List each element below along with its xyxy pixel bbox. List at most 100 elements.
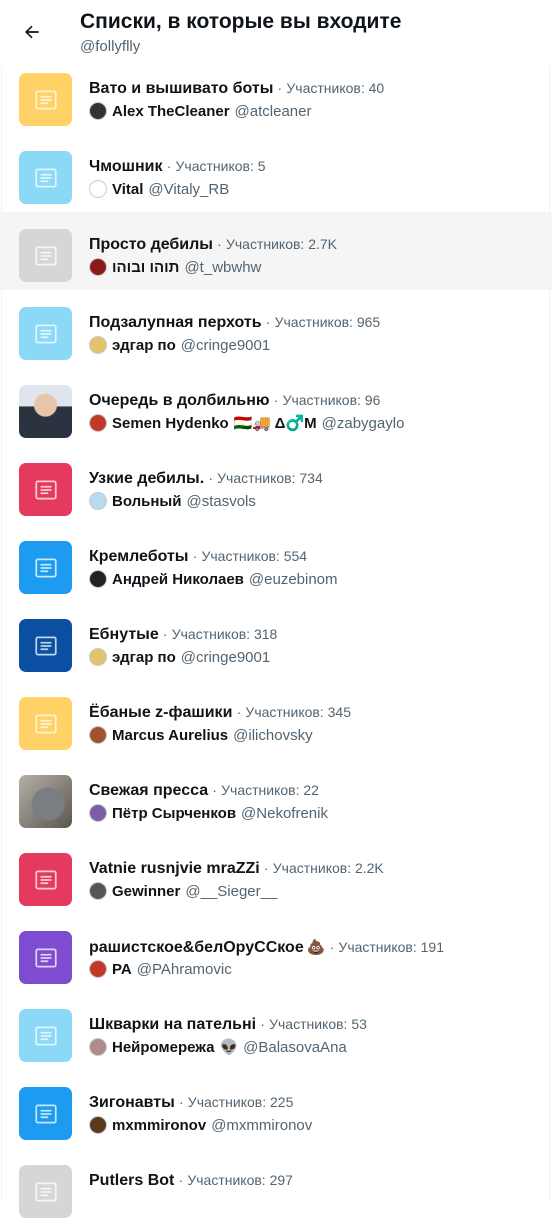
arrow-left-icon: [25, 25, 39, 39]
owner-name: mxmmironov: [112, 1116, 207, 1134]
list-owner-line: PA @PAhramovic: [89, 960, 232, 978]
separator-dot: ·: [217, 236, 222, 252]
member-count: Участников: 5: [175, 158, 266, 174]
avatar: [89, 1038, 107, 1056]
owner-handle: @atcleaner: [234, 102, 312, 120]
separator-dot: ·: [166, 158, 172, 174]
list-name: Очередь в долбильню: [89, 392, 270, 409]
owner-name-emoji: 👽: [219, 1039, 239, 1056]
avatar: [89, 1116, 107, 1134]
list-item[interactable]: Vatnie rusnjvie mraZZi · Участников: 2.2…: [0, 836, 552, 914]
list-item[interactable]: Чмошник · Участников: 5 Vital @Vitaly_RB: [0, 134, 552, 212]
list-name-emoji: 💩: [306, 939, 326, 956]
list-item[interactable]: Шкварки на пательні · Участников: 53 Нейр…: [0, 992, 552, 1070]
separator-dot: ·: [273, 392, 279, 408]
member-count: Участников: 40: [286, 80, 385, 96]
list-item[interactable]: Просто дебилы · Участников: 2.7K תוהו ובו…: [0, 212, 552, 290]
list-owner-line: תוהו ובוהו @t_wbwhw: [89, 258, 261, 276]
list-item[interactable]: Кремлеботы · Участников: 554 Андрей Никол…: [0, 524, 552, 602]
list-banner: [19, 1165, 72, 1218]
list-name: Ёбаные z-фашики: [89, 704, 233, 721]
separator-dot: ·: [260, 1016, 265, 1032]
list-title-line: Кремлеботы · Участников: 554: [89, 548, 307, 566]
list-owner-line: Вольный @stasvols: [89, 492, 256, 510]
list-name: рашистское&белОруССкое: [89, 939, 304, 956]
member-count: Участников: 965: [274, 314, 381, 330]
list-owner-line: эдгар по @cringe9001: [89, 648, 270, 666]
list-item[interactable]: Ёбаные z-фашики · Участников: 345 Marcus …: [0, 680, 552, 758]
list-document-icon: [34, 1103, 57, 1124]
owner-name: Gewinner: [112, 882, 181, 900]
list-item[interactable]: Зигонавты · Участников: 225 mxmmironov @mx…: [0, 1070, 552, 1148]
list-owner-line: Gewinner @__Sieger__: [89, 882, 277, 900]
owner-handle: @PAhramovic: [136, 960, 232, 978]
list-document-icon: [34, 167, 57, 188]
list-item[interactable]: Узкие дебилы. · Участников: 734 Вольный @s…: [0, 446, 552, 524]
avatar: [89, 570, 107, 588]
owner-name: PA: [112, 960, 132, 978]
owner-handle: @zabygaylo: [321, 414, 405, 432]
avatar: [89, 648, 107, 666]
list-banner: [19, 931, 72, 984]
list-title-line: Зигонавты · Участников: 225: [89, 1094, 293, 1112]
separator-dot: ·: [265, 314, 271, 330]
list-title-line: Ёбаные z-фашики · Участников: 345: [89, 704, 351, 722]
list-name: Ебнутые: [89, 626, 159, 643]
member-count: Участников: 345: [245, 704, 352, 720]
list-owner-line: Пётр Сырченков @Nekofrenik: [89, 804, 328, 822]
list-banner: [19, 463, 72, 516]
list-item[interactable]: Putlers Bot · Участников: 297: [0, 1148, 552, 1226]
list-name: Свежая пресса: [89, 782, 209, 799]
list-title-line: Шкварки на пательні · Участников: 53: [89, 1016, 367, 1034]
owner-handle: @mxmmironov: [211, 1116, 313, 1134]
list-item[interactable]: Подзалупная перхоть · Участников: 965 эдг…: [0, 290, 552, 368]
list-owner-line: Semen Hydenko 🇹🇯🚚 Δ♂️M @zabygaylo: [89, 414, 404, 432]
avatar: [89, 882, 107, 900]
member-count: Участников: 2.2K: [272, 860, 384, 876]
member-count: Участников: 191: [338, 939, 445, 955]
list-title-line: Putlers Bot · Участников: 297: [89, 1172, 293, 1190]
list-item[interactable]: Вато и вышивато боты · Участников: 40 Ale…: [0, 56, 552, 134]
member-count: Участников: 318: [171, 626, 278, 642]
avatar: [89, 726, 107, 744]
list-owner-line: Нейромережа 👽 @BalasovaAna: [89, 1038, 347, 1056]
member-count: Участников: 2.7K: [225, 236, 338, 252]
avatar: [89, 258, 107, 276]
list-title-line: Чмошник · Участников: 5: [89, 158, 266, 176]
owner-handle: @euzebinom: [248, 570, 338, 588]
avatar: [89, 960, 107, 978]
list-title-line: Вато и вышивато боты · Участников: 40: [89, 80, 384, 98]
list-item[interactable]: Ебнутые · Участников: 318 эдгар по @cringe…: [0, 602, 552, 680]
list-title-line: Свежая пресса · Участников: 22: [89, 782, 319, 800]
list-banner: [19, 619, 72, 672]
owner-name: Semen Hydenko: [112, 414, 229, 432]
list-banner: [19, 229, 72, 282]
owner-handle: @cringe9001: [180, 648, 271, 666]
member-count: Участников: 53: [269, 1016, 367, 1032]
member-count: Участников: 225: [187, 1094, 294, 1110]
list-item[interactable]: Очередь в долбильню · Участников: 96 Seme…: [0, 368, 552, 446]
separator-dot: ·: [263, 860, 269, 876]
separator-dot: ·: [192, 548, 198, 564]
list-title-line: Просто дебилы · Участников: 2.7K: [89, 236, 337, 254]
separator-dot: ·: [208, 470, 213, 486]
list-item[interactable]: Свежая пресса · Участников: 22 Пётр Сырче…: [0, 758, 552, 836]
list-banner: [19, 1009, 72, 1062]
list-item[interactable]: рашистское&белОруССкое 💩 · Участников: 19…: [0, 914, 552, 992]
owner-handle: @__Sieger__: [185, 882, 278, 900]
list-name: Шкварки на пательні: [89, 1016, 257, 1033]
list-document-icon: [34, 869, 57, 890]
list-owner-line: mxmmironov @mxmmironov: [89, 1116, 312, 1134]
owner-name: Вольный: [112, 492, 182, 510]
list-title-line: Vatnie rusnjvie mraZZi · Участников: 2.2…: [89, 860, 384, 878]
list-title-line: Узкие дебилы. · Участников: 734: [89, 470, 323, 488]
account-handle: @follyflly: [80, 38, 141, 55]
avatar: [89, 180, 107, 198]
list-title-line: Ебнутые · Участников: 318: [89, 626, 277, 644]
member-count: Участников: 22: [221, 782, 319, 798]
list-document-icon: [34, 245, 57, 266]
list-banner: [19, 73, 72, 126]
list-name: Чмошник: [89, 158, 163, 175]
list-name: Кремлеботы: [89, 548, 189, 565]
back-button[interactable]: [18, 18, 46, 46]
